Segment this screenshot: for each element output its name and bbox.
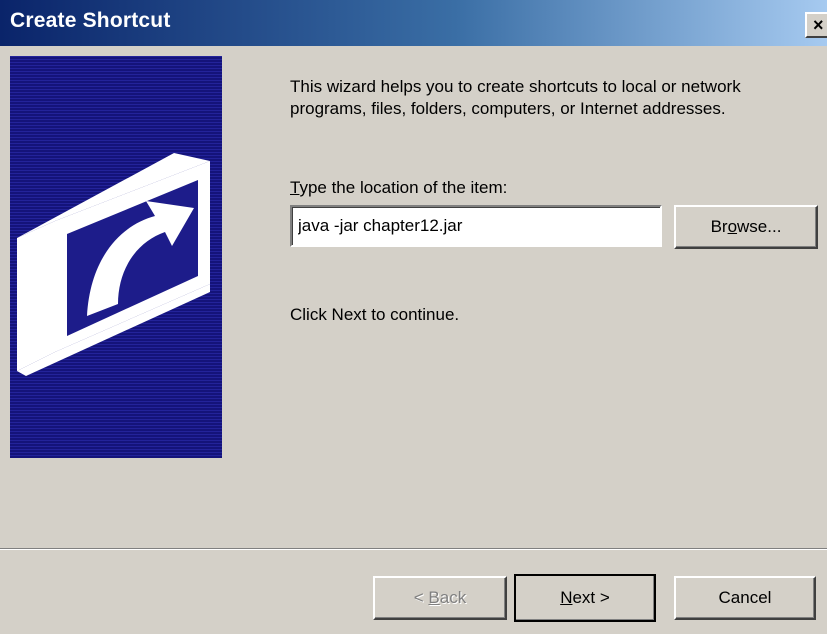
create-shortcut-dialog: Create Shortcut × This wizard helps you … [0, 0, 827, 634]
title-bar[interactable]: Create Shortcut × [0, 0, 827, 46]
browse-pre: Br [710, 217, 728, 236]
back-pre: < [413, 588, 429, 607]
close-icon: × [813, 15, 824, 35]
footer-separator [0, 548, 827, 550]
shortcut-arrow-icon [17, 153, 210, 376]
next-post: ext > [572, 588, 610, 607]
window-title: Create Shortcut [10, 9, 171, 32]
next-button[interactable]: Next > [514, 574, 656, 622]
continue-hint: Click Next to continue. [290, 305, 460, 324]
location-label: Type the location of the item: [290, 178, 507, 198]
cancel-button[interactable]: Cancel [674, 576, 816, 620]
back-post: ack [439, 588, 467, 607]
browse-accel: o [727, 217, 738, 236]
wizard-intro-text: This wizard helps you to create shortcut… [290, 77, 741, 118]
location-label-rest: ype the location of the item: [299, 178, 508, 197]
back-button[interactable]: < Back [373, 576, 507, 620]
wizard-banner [10, 56, 222, 458]
next-accel: N [560, 588, 573, 607]
close-button[interactable]: × [805, 12, 827, 38]
location-input[interactable] [290, 205, 662, 247]
next-label: Next > [556, 588, 614, 608]
browse-button[interactable]: Browse... [674, 205, 818, 249]
back-accel: B [428, 588, 440, 607]
browse-post: wse... [737, 217, 782, 236]
